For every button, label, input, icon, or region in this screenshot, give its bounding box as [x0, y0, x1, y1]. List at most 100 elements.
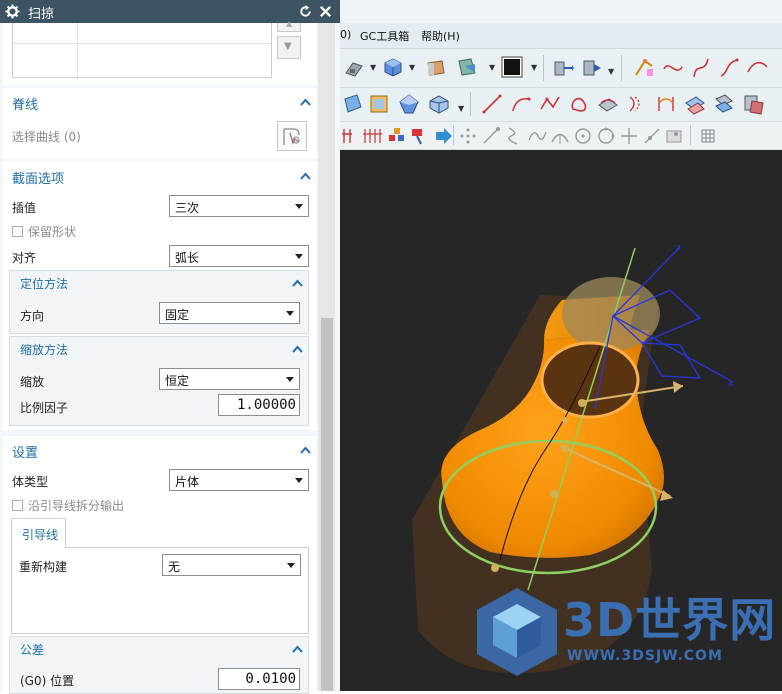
scrollbar-thumb[interactable]	[321, 318, 333, 691]
reset-icon[interactable]	[298, 4, 313, 19]
bridge-curve-icon[interactable]	[655, 93, 677, 115]
select-curve-button[interactable]	[277, 121, 307, 151]
snap-on-face-icon[interactable]	[664, 125, 686, 147]
alignment-dropdown[interactable]: 弧长	[169, 245, 309, 267]
dropdown-arrow-icon[interactable]: ▼	[531, 63, 537, 72]
scale-label: 缩放	[20, 375, 45, 389]
toolbar-row-3	[318, 122, 782, 150]
intersect-curve-icon[interactable]	[684, 93, 706, 115]
curve-tool-icon[interactable]	[662, 57, 684, 79]
project-curve-icon[interactable]	[597, 93, 619, 115]
scale-dropdown[interactable]: 恒定	[159, 368, 300, 390]
collapse-chevron-icon[interactable]	[292, 279, 303, 287]
menu-item-partial[interactable]: 0)	[340, 28, 351, 41]
menu-item-gc-toolbox[interactable]: GC工具箱	[360, 28, 409, 44]
toolbar-separator	[621, 55, 622, 81]
point-set-icon[interactable]	[386, 125, 408, 147]
body-type-dropdown[interactable]: 片体	[169, 469, 309, 491]
snap-intersection-icon[interactable]	[618, 125, 640, 147]
feature-icon[interactable]	[425, 57, 447, 79]
section-list-box[interactable]	[12, 23, 272, 78]
tab-guide[interactable]: 引导线	[11, 518, 66, 548]
sweep-dialog: 扫掠 ▲ ▼ 脊线 选择曲线 (0) 截面选项 插值 三次 保留形状 对齐 弧长…	[0, 0, 340, 694]
move-face-icon[interactable]	[552, 57, 574, 79]
toolbar-row-2: ▼	[318, 88, 782, 122]
curve-tool-icon[interactable]	[746, 57, 768, 79]
arrow-head-icon	[673, 381, 683, 393]
snap-control-icon[interactable]	[526, 125, 548, 147]
polyline-icon[interactable]	[539, 93, 561, 115]
snap-on-curve-icon[interactable]	[641, 125, 663, 147]
snap-point-icon[interactable]	[457, 125, 479, 147]
curve-tool-icon[interactable]	[718, 57, 740, 79]
measure-icon[interactable]	[633, 57, 655, 79]
snap-quadrant-icon[interactable]	[595, 125, 617, 147]
select-curve-label: 选择曲线 (0)	[12, 130, 81, 144]
sphere-icon[interactable]	[398, 93, 420, 115]
bounded-plane-icon[interactable]	[368, 93, 390, 115]
application-area: 0) GC工具箱 帮助(H) ▼ ▼ ▼ ▼ ▼ ▼ z x 3D世界网 WWW…	[318, 0, 782, 691]
grid-icon[interactable]	[697, 125, 719, 147]
tolerance-title[interactable]: 公差	[20, 641, 44, 658]
list-panel: ▲ ▼	[3, 19, 317, 85]
dropdown-arrow-icon[interactable]: ▼	[608, 67, 614, 76]
surface-icon[interactable]	[456, 56, 478, 78]
snap-midpoint-icon[interactable]	[503, 125, 525, 147]
scaling-method-title[interactable]: 缩放方法	[20, 341, 68, 358]
interpolation-dropdown[interactable]: 三次	[169, 195, 309, 217]
line-icon[interactable]	[481, 93, 503, 115]
scale-factor-input[interactable]: 1.00000	[218, 394, 300, 416]
chevron-down-icon	[295, 254, 303, 259]
direction-dropdown[interactable]: 固定	[159, 302, 300, 324]
snap-center-icon[interactable]	[572, 125, 594, 147]
collapse-chevron-icon[interactable]	[300, 172, 311, 180]
spline-icon[interactable]	[568, 93, 590, 115]
sweep-face-icon[interactable]	[342, 93, 364, 115]
curve-tool-icon[interactable]	[690, 57, 712, 79]
move-up-button[interactable]: ▲	[277, 19, 301, 32]
settings-section-title[interactable]: 设置	[12, 442, 38, 461]
rebuild-dropdown[interactable]: 无	[162, 554, 301, 576]
arrow-right-icon[interactable]	[432, 125, 454, 147]
menu-item-help[interactable]: 帮助(H)	[421, 28, 460, 44]
color-swatch-icon[interactable]	[501, 56, 523, 78]
dropdown-value: 恒定	[165, 374, 190, 388]
toolbar-separator	[543, 55, 544, 81]
collapse-chevron-icon[interactable]	[300, 446, 311, 454]
snap-icon[interactable]	[362, 125, 384, 147]
block-icon[interactable]	[382, 56, 404, 78]
direction-label: 方向	[20, 309, 45, 323]
section-curve-icon[interactable]	[713, 93, 735, 115]
dropdown-value: 无	[168, 560, 181, 574]
dropdown-arrow-icon[interactable]: ▼	[489, 63, 495, 72]
arc-icon[interactable]	[510, 93, 532, 115]
g0-tolerance-input[interactable]: 0.0100	[218, 668, 300, 690]
offset-face-icon[interactable]	[580, 57, 602, 79]
preserve-shape-checkbox[interactable]	[12, 226, 23, 237]
dialog-title: 扫掠	[28, 7, 55, 22]
offset-curve-icon[interactable]	[626, 93, 648, 115]
spine-section-title[interactable]: 脊线	[12, 94, 38, 113]
close-icon[interactable]	[318, 4, 333, 19]
solid-icon[interactable]	[428, 93, 450, 115]
move-down-button[interactable]: ▼	[277, 36, 301, 59]
orientation-method-title[interactable]: 定位方法	[20, 275, 68, 292]
svg-text:x: x	[728, 379, 734, 389]
dropdown-arrow-icon[interactable]: ▼	[370, 63, 376, 72]
snap-endpoint-icon[interactable]	[480, 125, 502, 147]
gear-icon[interactable]	[5, 4, 20, 19]
dropdown-arrow-icon[interactable]: ▼	[409, 63, 415, 72]
snap-icon[interactable]	[340, 125, 362, 147]
collapse-chevron-icon[interactable]	[292, 345, 303, 353]
toolbar-separator	[453, 125, 454, 145]
point-icon[interactable]	[409, 125, 431, 147]
dropdown-arrow-icon[interactable]: ▼	[458, 104, 464, 113]
snap-arc-icon[interactable]	[549, 125, 571, 147]
extrude-icon[interactable]	[343, 57, 365, 79]
collapse-chevron-icon[interactable]	[300, 98, 311, 106]
collapse-chevron-icon[interactable]	[292, 645, 303, 653]
section-options-title[interactable]: 截面选项	[12, 168, 64, 187]
graphics-viewport[interactable]: z x 3D世界网 WWW.3DSJW.COM	[340, 150, 782, 691]
extract-geometry-icon[interactable]	[742, 93, 764, 115]
split-output-checkbox[interactable]	[12, 500, 23, 511]
